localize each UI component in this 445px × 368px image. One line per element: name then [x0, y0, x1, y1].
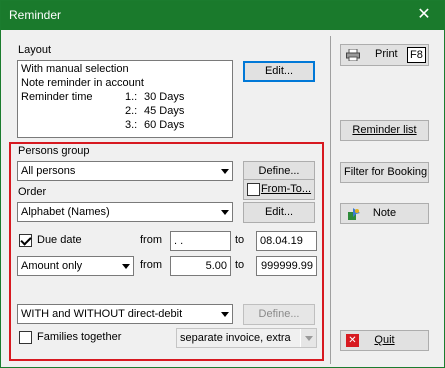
amount-to-label: to	[235, 259, 245, 271]
quit-button[interactable]: ✕ Quit	[340, 330, 429, 351]
window-title: Reminder	[9, 8, 62, 22]
reminder-2-number: 2.:	[125, 105, 138, 117]
close-icon[interactable]: ✕	[414, 5, 434, 25]
note-button[interactable]: Note	[340, 203, 429, 224]
from-to-button[interactable]: From-To...	[243, 179, 315, 200]
reminder-3-days: 60 Days	[144, 119, 185, 131]
chevron-down-icon	[216, 203, 232, 221]
amount-from-input[interactable]: 5.00	[170, 256, 231, 276]
persons-group-label: Persons group	[18, 145, 90, 157]
amount-mode-select[interactable]: Amount only	[17, 256, 134, 276]
reminder-time-label: Reminder time	[21, 91, 93, 103]
reminder-3-number: 3.:	[125, 119, 138, 131]
persons-group-select[interactable]: All persons	[17, 161, 233, 181]
due-date-checkbox[interactable]	[19, 234, 32, 247]
print-label: Print	[375, 48, 398, 60]
families-together-label: Families together	[37, 331, 122, 343]
families-together-checkbox[interactable]	[19, 331, 32, 344]
reminder-row-3: 3.: 60 Days	[21, 118, 229, 132]
layout-line-2: Note reminder in account	[21, 77, 144, 89]
layout-edit-button[interactable]: Edit...	[243, 61, 315, 82]
reminder-row-2: 2.: 45 Days	[21, 104, 229, 118]
close-icon: ✕	[346, 334, 359, 347]
persons-group-define-label: Define...	[258, 165, 300, 177]
layout-label: Layout	[18, 44, 52, 56]
due-date-from-label: from	[140, 234, 162, 246]
from-to-checkbox	[247, 183, 260, 196]
order-label: Order	[18, 186, 47, 198]
persons-group-value: All persons	[21, 165, 76, 177]
filter-booking-button[interactable]: Filter for Booking	[340, 162, 429, 183]
reminder-window: Reminder ✕ Layout With manual selection …	[0, 0, 445, 368]
amount-mode-value: Amount only	[21, 260, 83, 272]
direct-debit-select[interactable]: WITH and WITHOUT direct-debit	[17, 304, 233, 324]
print-button[interactable]: Print F8	[340, 44, 429, 66]
due-date-label: Due date	[37, 234, 82, 246]
reminder-1-days: 30 Days	[144, 91, 185, 103]
reminder-list-label: Reminder list	[352, 124, 417, 136]
reminder-1-number: 1.:	[125, 91, 138, 103]
vertical-divider	[330, 36, 331, 364]
direct-debit-define-button[interactable]: Define...	[243, 304, 315, 325]
chevron-down-icon	[300, 329, 316, 347]
note-icon	[347, 207, 361, 221]
direct-debit-value: WITH and WITHOUT direct-debit	[21, 308, 183, 320]
chevron-down-icon	[216, 305, 232, 323]
filter-booking-label: Filter for Booking	[344, 166, 428, 178]
note-label: Note	[372, 207, 397, 219]
invoice-mode-value: separate invoice, extra	[180, 332, 291, 344]
order-select[interactable]: Alphabet (Names)	[17, 202, 233, 222]
printer-icon	[346, 48, 360, 62]
from-to-label: From-To...	[260, 183, 312, 195]
chevron-down-icon	[117, 257, 133, 275]
quit-label: Quit	[374, 334, 395, 346]
due-date-to-label: to	[235, 234, 245, 246]
due-date-to-input[interactable]: 08.04.19	[256, 231, 317, 251]
reminder-2-days: 45 Days	[144, 105, 185, 117]
chevron-down-icon	[216, 162, 232, 180]
due-date-from-input[interactable]: . .	[170, 231, 231, 251]
order-edit-button[interactable]: Edit...	[243, 202, 315, 223]
title-bar: Reminder ✕	[1, 1, 444, 30]
amount-to-input[interactable]: 999999.99	[256, 256, 317, 276]
print-shortcut-key: F8	[407, 47, 426, 63]
reminder-list-button[interactable]: Reminder list	[340, 120, 429, 141]
layout-summary-box: With manual selection Note reminder in a…	[17, 60, 233, 138]
invoice-mode-select[interactable]: separate invoice, extra	[176, 328, 317, 348]
order-value: Alphabet (Names)	[21, 206, 110, 218]
amount-from-label: from	[140, 259, 162, 271]
layout-line-1: With manual selection	[21, 63, 129, 75]
reminder-row-1: Reminder time 1.: 30 Days	[21, 90, 229, 104]
